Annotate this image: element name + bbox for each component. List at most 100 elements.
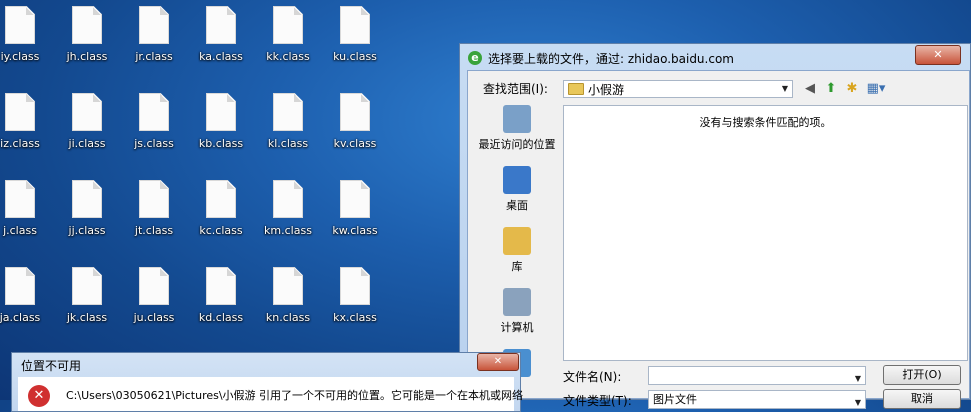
desktop-file-label: j.class xyxy=(3,224,37,237)
cancel-button[interactable]: 取消 xyxy=(883,389,961,409)
chevron-down-icon[interactable]: ▼ xyxy=(855,394,861,411)
desktop-file[interactable]: iy.class xyxy=(0,6,52,63)
file-icon xyxy=(139,267,169,305)
file-icon xyxy=(139,93,169,131)
file-upload-dialog: e 选择要上载的文件，通过: zhidao.baidu.com ✕ 查找范围(I… xyxy=(459,43,971,409)
folder-icon xyxy=(568,83,584,95)
desktop-file-label: jk.class xyxy=(66,311,108,324)
desktop-file[interactable]: kn.class xyxy=(256,267,320,324)
file-icon xyxy=(72,267,102,305)
desktop-file[interactable]: jh.class xyxy=(55,6,119,63)
desktop-file-label: kc.class xyxy=(199,224,243,237)
open-button[interactable]: 打开(O) xyxy=(883,365,961,385)
file-icon xyxy=(139,6,169,44)
file-icon xyxy=(72,93,102,131)
ie-icon: e xyxy=(468,51,482,65)
desktop-file-label: iz.class xyxy=(0,137,40,150)
desktop-file[interactable]: kc.class xyxy=(189,180,253,237)
desktop-file[interactable]: jr.class xyxy=(122,6,186,63)
place-label: 计算机 xyxy=(500,321,534,334)
desktop-file-label: ji.class xyxy=(68,137,106,150)
desktop-file[interactable]: kk.class xyxy=(256,6,320,63)
desktop-file-label: km.class xyxy=(264,224,312,237)
desktop-file[interactable]: kv.class xyxy=(323,93,387,150)
chevron-down-icon[interactable]: ▼ xyxy=(782,84,788,93)
file-icon xyxy=(273,180,303,218)
file-list[interactable]: 没有与搜索条件匹配的项。 xyxy=(563,105,968,361)
recent-places-icon xyxy=(503,105,531,133)
desktop-file[interactable]: kb.class xyxy=(189,93,253,150)
desktop-file-label: jj.class xyxy=(68,224,106,237)
chevron-down-icon[interactable]: ▼ xyxy=(855,370,861,387)
file-icon xyxy=(5,180,35,218)
look-in-combo[interactable]: 小假游 ▼ xyxy=(563,80,793,98)
desktop-file[interactable]: ka.class xyxy=(189,6,253,63)
place-item[interactable]: 计算机 xyxy=(476,288,558,335)
place-label: 库 xyxy=(511,260,523,273)
desktop-file-label: ju.class xyxy=(133,311,175,324)
desktop-file[interactable]: kl.class xyxy=(256,93,320,150)
look-in-value: 小假游 xyxy=(588,82,625,97)
look-in-label: 查找范围(I): xyxy=(483,82,548,96)
file-icon xyxy=(273,267,303,305)
desktop-file[interactable]: kw.class xyxy=(323,180,387,237)
location-unavailable-dialog: 位置不可用 ✕ ✕ C:\Users\03050621\Pictures\小假游… xyxy=(11,352,523,412)
file-icon xyxy=(72,180,102,218)
file-icon xyxy=(206,93,236,131)
desktop-file-label: ka.class xyxy=(199,50,243,63)
filename-field[interactable]: ▼ xyxy=(648,366,866,385)
error-title: 位置不可用 xyxy=(21,359,82,373)
desktop-icon xyxy=(503,166,531,194)
file-icon xyxy=(340,93,370,131)
desktop-file[interactable]: ji.class xyxy=(55,93,119,150)
place-label: 桌面 xyxy=(506,199,528,212)
libraries-icon xyxy=(503,227,531,255)
error-body: ✕ C:\Users\03050621\Pictures\小假游 引用了一个不可… xyxy=(18,377,523,411)
desktop-file-label: jr.class xyxy=(135,50,173,63)
desktop-file[interactable]: jj.class xyxy=(55,180,119,237)
error-icon: ✕ xyxy=(28,385,50,407)
place-item[interactable]: 桌面 xyxy=(476,166,558,213)
desktop-file[interactable]: ku.class xyxy=(323,6,387,63)
view-menu-icon[interactable]: ▦▾ xyxy=(864,80,888,98)
computer-icon xyxy=(503,288,531,316)
place-item[interactable]: 最近访问的位置 xyxy=(476,105,558,152)
filetype-label: 文件类型(T): xyxy=(563,394,632,408)
desktop-file[interactable]: kx.class xyxy=(323,267,387,324)
desktop-file[interactable]: ja.class xyxy=(0,267,52,324)
file-icon xyxy=(5,267,35,305)
file-icon xyxy=(340,180,370,218)
desktop-file[interactable]: km.class xyxy=(256,180,320,237)
desktop-file-label: ja.class xyxy=(0,311,41,324)
file-icon xyxy=(5,93,35,131)
desktop-file-label: jh.class xyxy=(66,50,108,63)
desktop-file[interactable]: jt.class xyxy=(122,180,186,237)
desktop-file-label: kn.class xyxy=(265,311,311,324)
desktop-file[interactable]: js.class xyxy=(122,93,186,150)
file-icon xyxy=(206,267,236,305)
close-button[interactable]: ✕ xyxy=(915,45,961,65)
desktop-file[interactable]: kd.class xyxy=(189,267,253,324)
place-label: 最近访问的位置 xyxy=(478,138,556,151)
file-icon xyxy=(340,6,370,44)
desktop-file-label: kl.class xyxy=(267,137,309,150)
back-icon[interactable]: ◀ xyxy=(801,80,819,98)
error-message: C:\Users\03050621\Pictures\小假游 引用了一个不可用的… xyxy=(66,389,524,402)
file-icon xyxy=(273,93,303,131)
desktop-file-label: jt.class xyxy=(134,224,174,237)
error-close-button[interactable]: ✕ xyxy=(477,353,519,371)
desktop-file[interactable]: ju.class xyxy=(122,267,186,324)
file-icon xyxy=(139,180,169,218)
desktop-file[interactable]: jk.class xyxy=(55,267,119,324)
desktop-file[interactable]: iz.class xyxy=(0,93,52,150)
file-icon xyxy=(340,267,370,305)
desktop-file-label: kd.class xyxy=(198,311,244,324)
desktop-file[interactable]: j.class xyxy=(0,180,52,237)
new-folder-icon[interactable]: ✱ xyxy=(843,80,861,98)
filename-label: 文件名(N): xyxy=(563,370,622,384)
file-icon xyxy=(72,6,102,44)
desktop-file-label: kx.class xyxy=(333,311,377,324)
place-item[interactable]: 库 xyxy=(476,227,558,274)
up-folder-icon[interactable]: ⬆ xyxy=(822,80,840,98)
dialog-title-bar: e 选择要上载的文件，通过: zhidao.baidu.com xyxy=(468,49,734,67)
